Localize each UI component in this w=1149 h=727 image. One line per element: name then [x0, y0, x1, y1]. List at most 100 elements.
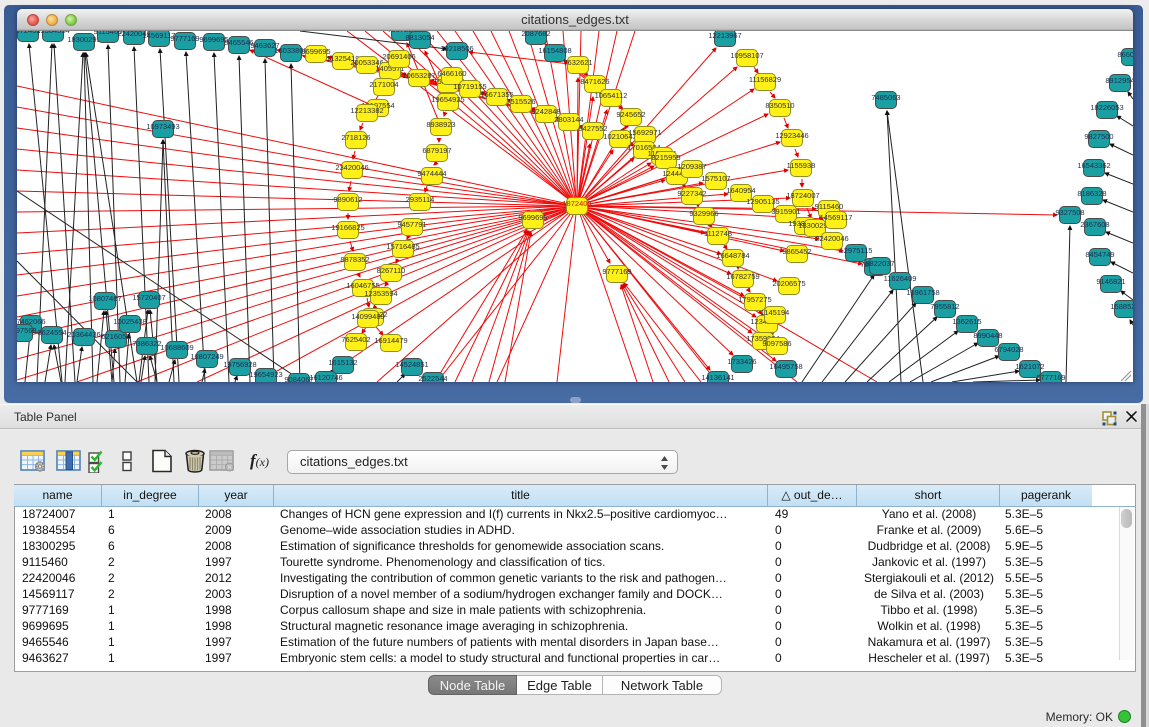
svg-text:8878352: 8878352 — [340, 255, 369, 264]
svg-text:19654923: 19654923 — [249, 370, 282, 379]
svg-text:18226053: 18226053 — [1090, 103, 1123, 112]
svg-text:19166825: 19166825 — [331, 223, 364, 232]
svg-text:8990448: 8990448 — [973, 331, 1002, 340]
svg-text:9777169: 9777169 — [170, 34, 199, 43]
svg-text:8938923: 8938923 — [426, 120, 455, 129]
svg-text:8813054: 8813054 — [405, 33, 434, 42]
svg-text:20691406: 20691406 — [382, 52, 415, 61]
svg-text:15692971: 15692971 — [628, 128, 661, 137]
svg-text:8454749: 8454749 — [1085, 250, 1114, 259]
svg-text:9777169: 9777169 — [1036, 373, 1065, 382]
svg-text:11626409: 11626409 — [884, 274, 917, 283]
svg-text:2935114: 2935114 — [406, 195, 435, 204]
svg-text:1209387: 1209387 — [677, 162, 706, 171]
svg-text:18724007: 18724007 — [786, 191, 819, 200]
svg-text:8822037: 8822037 — [865, 259, 894, 268]
svg-text:9465546: 9465546 — [224, 38, 253, 47]
svg-text:1872400: 1872400 — [562, 199, 591, 208]
svg-text:7515526: 7515526 — [506, 97, 535, 106]
svg-text:8912954: 8912954 — [1105, 76, 1133, 85]
svg-text:10807467: 10807467 — [88, 294, 121, 303]
svg-text:9329966: 9329966 — [689, 209, 718, 218]
svg-text:22420046: 22420046 — [815, 234, 848, 243]
svg-text:9245652: 9245652 — [616, 110, 645, 119]
svg-text:11156829: 11156829 — [749, 75, 781, 84]
svg-text:9457791: 9457791 — [397, 220, 426, 229]
svg-text:1145194: 1145194 — [761, 308, 790, 317]
svg-text:12213967: 12213967 — [708, 31, 741, 40]
svg-text:14136141: 14136141 — [701, 373, 734, 382]
svg-text:10654112: 10654112 — [595, 91, 628, 100]
svg-text:1615132: 1615132 — [328, 358, 357, 367]
svg-text:14524851: 14524851 — [395, 360, 428, 369]
svg-text:1733426: 1733426 — [727, 357, 756, 366]
svg-text:16914479: 16914479 — [374, 336, 407, 345]
svg-text:15716485: 15716485 — [386, 242, 419, 251]
svg-text:16807249: 16807249 — [190, 352, 223, 361]
svg-text:9474444: 9474444 — [417, 169, 446, 178]
svg-text:8186328: 8186328 — [1077, 189, 1106, 198]
svg-text:9227342: 9227342 — [677, 189, 706, 198]
svg-text:8471626: 8471626 — [580, 77, 609, 86]
svg-text:9777169: 9777169 — [602, 267, 631, 276]
svg-text:12975115: 12975115 — [840, 246, 873, 255]
svg-text:1575107: 1575107 — [701, 174, 730, 183]
svg-text:10653287: 10653287 — [402, 71, 435, 80]
svg-text:17957275: 17957275 — [738, 295, 771, 304]
svg-text:2171004: 2171004 — [369, 80, 398, 89]
svg-text:9827500: 9827500 — [1084, 132, 1113, 141]
svg-text:2367608: 2367608 — [1080, 220, 1109, 229]
svg-text:1621072: 1621072 — [1015, 362, 1044, 371]
svg-text:19384554: 19384554 — [36, 31, 69, 35]
svg-text:20364436: 20364436 — [67, 330, 100, 339]
svg-text:19756928: 19756928 — [223, 360, 256, 369]
svg-text:6466160: 6466160 — [437, 69, 466, 78]
svg-text:16120746: 16120746 — [309, 373, 342, 382]
svg-text:10025438: 10025438 — [113, 317, 146, 326]
svg-text:12923446: 12923446 — [775, 131, 808, 140]
svg-text:9699695: 9699695 — [518, 213, 547, 222]
svg-text:9097586: 9097586 — [762, 339, 791, 348]
svg-text:10958107: 10958107 — [730, 51, 763, 60]
svg-text:12213382: 12213382 — [350, 106, 383, 115]
svg-text:14099489: 14099489 — [351, 312, 384, 321]
svg-text:23420046: 23420046 — [335, 163, 368, 172]
svg-text:1588520: 1588520 — [1110, 302, 1133, 311]
svg-text:6879197: 6879197 — [422, 146, 451, 155]
svg-text:7625402: 7625402 — [341, 335, 370, 344]
svg-text:1112748: 1112748 — [704, 229, 732, 238]
svg-text:16961758: 16961758 — [906, 288, 939, 297]
svg-text:1362615: 1362615 — [952, 317, 981, 326]
svg-text:15720407: 15720407 — [132, 293, 165, 302]
svg-text:1155938: 1155938 — [787, 161, 816, 170]
svg-text:16495758: 16495758 — [769, 362, 802, 371]
svg-text:16154808: 16154808 — [538, 46, 571, 55]
svg-text:20206575: 20206575 — [772, 279, 805, 288]
svg-text:14569117: 14569117 — [820, 213, 853, 222]
svg-text:10688609: 10688609 — [160, 343, 193, 352]
svg-text:3624554: 3624554 — [37, 328, 66, 337]
svg-text:7632621: 7632621 — [563, 58, 592, 67]
svg-text:8350510: 8350510 — [765, 101, 794, 110]
svg-text:8215955: 8215955 — [651, 153, 680, 162]
svg-text:19654925: 19654925 — [431, 95, 464, 104]
svg-text:7386322: 7386322 — [132, 339, 161, 348]
svg-text:16648784: 16648784 — [716, 251, 749, 260]
svg-text:2718126: 2718126 — [341, 133, 370, 142]
svg-text:18300295: 18300295 — [67, 35, 100, 44]
svg-text:8267110: 8267110 — [377, 266, 406, 275]
svg-text:7955812: 7955812 — [930, 302, 959, 311]
svg-text:2522544: 2522544 — [418, 374, 447, 382]
svg-text:16782759: 16782759 — [726, 272, 759, 281]
svg-text:9327508: 9327508 — [1055, 208, 1084, 217]
svg-text:8660124: 8660124 — [1117, 50, 1133, 59]
svg-text:2803144: 2803144 — [554, 115, 583, 124]
svg-text:10973493: 10973493 — [146, 122, 179, 131]
svg-text:6216052: 6216052 — [101, 332, 130, 341]
svg-text:3915901: 3915901 — [771, 207, 800, 216]
svg-text:2087682: 2087682 — [521, 31, 550, 38]
svg-text:6497568: 6497568 — [17, 326, 37, 335]
svg-text:9146821: 9146821 — [1096, 277, 1125, 286]
svg-text:1640954: 1640954 — [726, 186, 755, 195]
svg-text:9890612: 9890612 — [333, 195, 362, 204]
